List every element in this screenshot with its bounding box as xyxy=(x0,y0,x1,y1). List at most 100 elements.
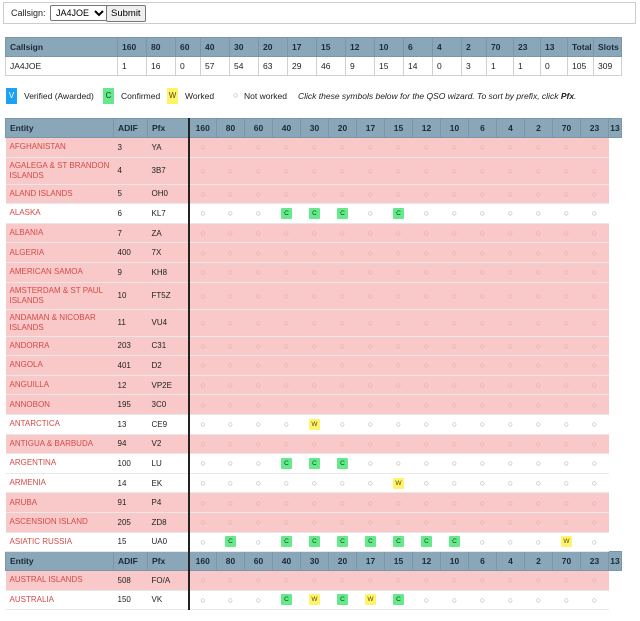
band-cell[interactable]: ○ xyxy=(244,394,273,415)
not-worked-icon[interactable]: ○ xyxy=(536,208,541,218)
not-worked-icon[interactable]: ○ xyxy=(228,419,233,429)
submit-button[interactable]: Submit xyxy=(106,5,146,22)
not-worked-icon[interactable]: ○ xyxy=(340,189,345,199)
band-cell[interactable]: ○ xyxy=(356,223,385,244)
band-cell[interactable]: ○ xyxy=(356,242,385,263)
entity-name[interactable]: ANGOLA xyxy=(5,355,114,376)
band-cell[interactable]: ○ xyxy=(552,137,581,158)
not-worked-icon[interactable]: ○ xyxy=(200,341,205,351)
band-cell[interactable]: ○ xyxy=(244,137,273,158)
band-cell[interactable]: C xyxy=(384,590,413,611)
band-cell[interactable]: ○ xyxy=(468,262,497,283)
not-worked-icon[interactable]: ○ xyxy=(228,595,233,605)
not-worked-icon[interactable]: ○ xyxy=(200,142,205,152)
band-cell[interactable]: ○ xyxy=(524,570,553,591)
band-cell[interactable]: ○ xyxy=(552,282,581,310)
not-worked-icon[interactable]: ○ xyxy=(536,400,541,410)
band-cell[interactable]: ○ xyxy=(356,137,385,158)
band-cell[interactable]: ○ xyxy=(356,394,385,415)
band-cell[interactable]: ○ xyxy=(187,137,217,158)
not-worked-icon[interactable]: ○ xyxy=(480,575,485,585)
band-cell[interactable]: ○ xyxy=(187,203,217,224)
band-cell[interactable]: ○ xyxy=(384,453,413,474)
not-worked-icon[interactable]: ○ xyxy=(396,458,401,468)
not-worked-icon[interactable]: ○ xyxy=(508,537,513,547)
not-worked-icon[interactable]: ○ xyxy=(284,166,289,176)
not-worked-icon[interactable]: ○ xyxy=(424,318,429,328)
band-cell[interactable]: ○ xyxy=(272,394,301,415)
band-cell[interactable]: ○ xyxy=(496,309,525,337)
not-worked-icon[interactable]: ○ xyxy=(256,498,261,508)
not-worked-icon[interactable]: ○ xyxy=(536,458,541,468)
not-worked-icon[interactable]: ○ xyxy=(256,360,261,370)
not-worked-icon[interactable]: ○ xyxy=(424,575,429,585)
not-worked-icon[interactable]: ○ xyxy=(592,478,597,488)
not-worked-icon[interactable]: ○ xyxy=(340,498,345,508)
not-worked-icon[interactable]: ○ xyxy=(368,189,373,199)
not-worked-icon[interactable]: ○ xyxy=(284,318,289,328)
entity-name[interactable]: AMERICAN SAMOA xyxy=(5,262,114,283)
band-cell[interactable]: ○ xyxy=(187,434,217,455)
band-cell[interactable]: ○ xyxy=(300,570,329,591)
band-cell[interactable]: ○ xyxy=(187,473,217,494)
band-cell[interactable]: C xyxy=(300,532,329,553)
band-cell[interactable]: ○ xyxy=(216,137,245,158)
band-cell[interactable]: ○ xyxy=(187,532,217,553)
band-cell[interactable]: ○ xyxy=(187,590,217,611)
band-cell[interactable]: ○ xyxy=(440,203,469,224)
not-worked-icon[interactable]: ○ xyxy=(312,575,317,585)
band-cell[interactable]: ○ xyxy=(216,434,245,455)
not-worked-icon[interactable]: ○ xyxy=(228,166,233,176)
band-cell[interactable]: ○ xyxy=(328,492,357,513)
band-cell[interactable]: ○ xyxy=(580,184,609,205)
not-worked-icon[interactable]: ○ xyxy=(508,189,513,199)
pfx-sort-link[interactable]: Pfx xyxy=(561,91,574,101)
not-worked-icon[interactable]: ○ xyxy=(564,341,569,351)
not-worked-icon[interactable]: ○ xyxy=(592,498,597,508)
band-cell[interactable]: ○ xyxy=(272,512,301,533)
band-cell[interactable]: ○ xyxy=(384,336,413,357)
band-cell[interactable]: ○ xyxy=(356,336,385,357)
band-cell[interactable]: ○ xyxy=(272,282,301,310)
band-cell[interactable]: C xyxy=(384,203,413,224)
band-cell[interactable]: ○ xyxy=(440,375,469,396)
band-cell[interactable]: ○ xyxy=(524,375,553,396)
band-cell[interactable]: ○ xyxy=(300,184,329,205)
band-cell[interactable]: ○ xyxy=(468,453,497,474)
band-cell[interactable]: ○ xyxy=(552,590,581,611)
not-worked-icon[interactable]: ○ xyxy=(564,419,569,429)
not-worked-icon[interactable]: ○ xyxy=(508,517,513,527)
not-worked-icon[interactable]: ○ xyxy=(312,291,317,301)
band-cell[interactable]: ○ xyxy=(440,137,469,158)
band-cell[interactable]: ○ xyxy=(216,570,245,591)
band-cell[interactable]: C xyxy=(384,532,413,553)
band-cell[interactable]: ○ xyxy=(440,570,469,591)
band-cell[interactable]: ○ xyxy=(468,492,497,513)
band-cell[interactable]: ○ xyxy=(300,309,329,337)
band-cell[interactable]: ○ xyxy=(440,473,469,494)
band-cell[interactable]: ○ xyxy=(440,309,469,337)
not-worked-icon[interactable]: ○ xyxy=(536,228,541,238)
not-worked-icon[interactable]: ○ xyxy=(424,380,429,390)
band-cell[interactable]: ○ xyxy=(552,309,581,337)
not-worked-icon[interactable]: ○ xyxy=(368,458,373,468)
band-cell[interactable]: ○ xyxy=(384,282,413,310)
band-cell[interactable]: ○ xyxy=(580,414,609,435)
band-cell[interactable]: C xyxy=(272,203,301,224)
not-worked-icon[interactable]: ○ xyxy=(480,419,485,429)
not-worked-icon[interactable]: ○ xyxy=(564,517,569,527)
band-cell[interactable]: ○ xyxy=(272,355,301,376)
not-worked-icon[interactable]: ○ xyxy=(452,595,457,605)
not-worked-icon[interactable]: ○ xyxy=(284,291,289,301)
not-worked-icon[interactable]: ○ xyxy=(396,439,401,449)
not-worked-icon[interactable]: ○ xyxy=(424,478,429,488)
band-cell[interactable]: ○ xyxy=(524,512,553,533)
not-worked-icon[interactable]: ○ xyxy=(228,439,233,449)
band-cell[interactable]: ○ xyxy=(468,570,497,591)
band-cell[interactable]: ○ xyxy=(328,184,357,205)
band-cell[interactable]: ○ xyxy=(440,223,469,244)
not-worked-icon[interactable]: ○ xyxy=(536,380,541,390)
band-cell[interactable]: ○ xyxy=(356,414,385,435)
not-worked-icon[interactable]: ○ xyxy=(424,400,429,410)
band-cell[interactable]: ○ xyxy=(272,336,301,357)
